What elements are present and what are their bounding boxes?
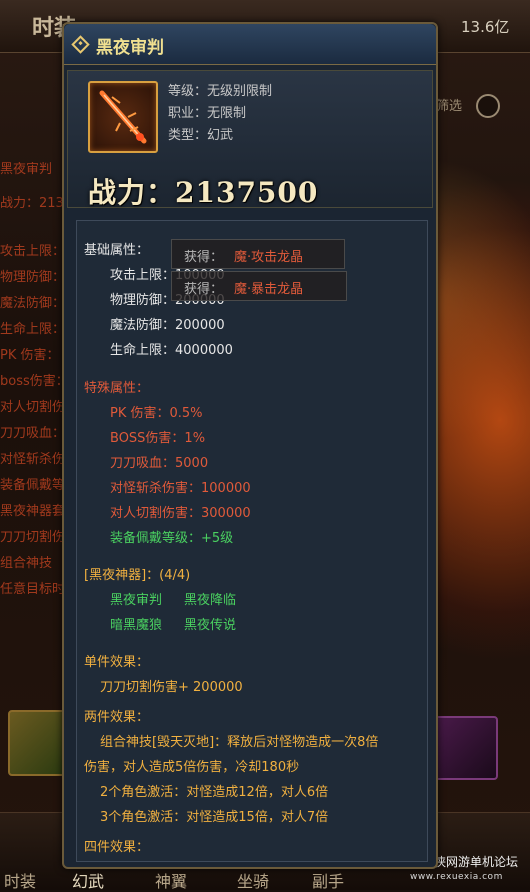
- equip-level-bonus: 装备佩戴等级：+5级: [110, 531, 234, 546]
- item-tooltip: 黑夜审判 等级：无级别限制 职业：无限制 类型：幻武 战力：2137500 基础…: [62, 22, 438, 869]
- set-item: 黑夜审判: [110, 593, 163, 608]
- weapon-icon: [88, 81, 158, 153]
- search-icon[interactable]: [476, 94, 500, 118]
- background-attr-text: 生命上限：: [0, 322, 66, 337]
- special-attr: PK 伤害：0.5%: [110, 406, 203, 421]
- tab-fashion[interactable]: 时装: [4, 868, 36, 892]
- set-item: 暗黑魔狼: [110, 618, 163, 633]
- set-item: 黑夜传说: [184, 618, 237, 633]
- single-effect: 刀刀切割伤害+ 200000: [100, 680, 243, 695]
- base-attrs-header: 基础属性：: [84, 243, 150, 258]
- item-type: 类型：幻武: [168, 128, 234, 143]
- special-attr: 对人切割伤害：300000: [110, 506, 251, 521]
- tab-wings[interactable]: 神翼: [155, 868, 187, 892]
- filter-label[interactable]: 筛选: [436, 95, 462, 114]
- background-attr-text: 魔法防御：: [0, 296, 66, 311]
- special-attr: 刀刀吸血：5000: [110, 456, 209, 471]
- tooltip-header: 黑夜审判: [64, 24, 436, 65]
- set-item: 黑夜降临: [184, 593, 237, 608]
- item-details: 基础属性： 攻击上限：100000 物理防御：200000 魔法防御：20000…: [76, 220, 428, 862]
- background-attr-text: 战力：213: [0, 196, 64, 211]
- base-attr: 魔法防御：200000: [110, 318, 225, 333]
- background-attr-text: 刀刀吸血：: [0, 426, 66, 441]
- background-attr-text: 装备佩戴等: [0, 478, 66, 493]
- obtain-slot: 获得： 魔·暴击龙晶: [171, 271, 347, 301]
- item-info: 等级：无级别限制 职业：无限制 类型：幻武 战力：2137500: [67, 70, 433, 209]
- background-attr-text: 任意目标时: [0, 582, 66, 597]
- tab-phantom-weapon[interactable]: 幻武: [72, 868, 104, 892]
- watermark-url: www.rexuexia.com: [410, 872, 503, 882]
- two-effect-line: 伤害，对人造成5倍伤害，冷却180秒: [84, 760, 300, 775]
- set-header: [黑夜神器]：(4/4): [84, 568, 191, 583]
- four-effect-header: 四件效果：: [84, 840, 150, 855]
- background-attr-text: 攻击上限：: [0, 244, 66, 259]
- background-attr-text: 组合神技: [0, 556, 53, 571]
- background-attr-text: 对怪斩杀伤: [0, 452, 66, 467]
- tab-mount[interactable]: 坐骑: [237, 868, 269, 892]
- tab-offhand[interactable]: 副手: [312, 868, 344, 892]
- item-name: 黑夜审判: [96, 38, 164, 58]
- special-attr: BOSS伤害：1%: [110, 431, 206, 446]
- obtain-value: 魔·攻击龙晶: [234, 250, 304, 265]
- item-slot-left[interactable]: [8, 710, 68, 776]
- two-effect-line: 组合神技[毁天灭地]：释放后对怪物造成一次8倍: [100, 735, 379, 750]
- special-attr: 对怪斩杀伤害：100000: [110, 481, 251, 496]
- item-slot-right[interactable]: [432, 716, 498, 780]
- special-attrs-header: 特殊属性：: [84, 381, 150, 396]
- item-level: 等级：无级别限制: [168, 84, 273, 99]
- obtain-label: 获得：: [184, 282, 224, 297]
- background-attr-text: 刀刀切割伤: [0, 530, 66, 545]
- background-attr-text: PK 伤害：: [0, 348, 60, 363]
- background-attr-text: 黑夜审判: [0, 162, 53, 177]
- two-effect-header: 两件效果：: [84, 710, 150, 725]
- obtain-label: 获得：: [184, 250, 224, 265]
- diamond-icon: [71, 35, 90, 54]
- gold-amount: 13.6亿: [461, 18, 510, 36]
- single-effect-header: 单件效果：: [84, 655, 150, 670]
- background-attr-text: 物理防御：: [0, 270, 66, 285]
- obtain-slot: 获得： 魔·攻击龙晶: [171, 239, 345, 269]
- obtain-value: 魔·暴击龙晶: [234, 282, 304, 297]
- item-profession: 职业：无限制: [168, 106, 247, 121]
- background-attr-text: 黑夜神器套: [0, 504, 66, 519]
- combat-power: 战力：2137500: [88, 176, 319, 209]
- background-attr-text: 对人切割伤: [0, 400, 66, 415]
- two-effect-line: 2个角色激活：对怪造成12倍，对人6倍: [100, 785, 329, 800]
- base-attr: 生命上限：4000000: [110, 343, 233, 358]
- background-attr-text: boss伤害：: [0, 374, 69, 389]
- two-effect-line: 3个角色激活：对怪造成15倍，对人7倍: [100, 810, 329, 825]
